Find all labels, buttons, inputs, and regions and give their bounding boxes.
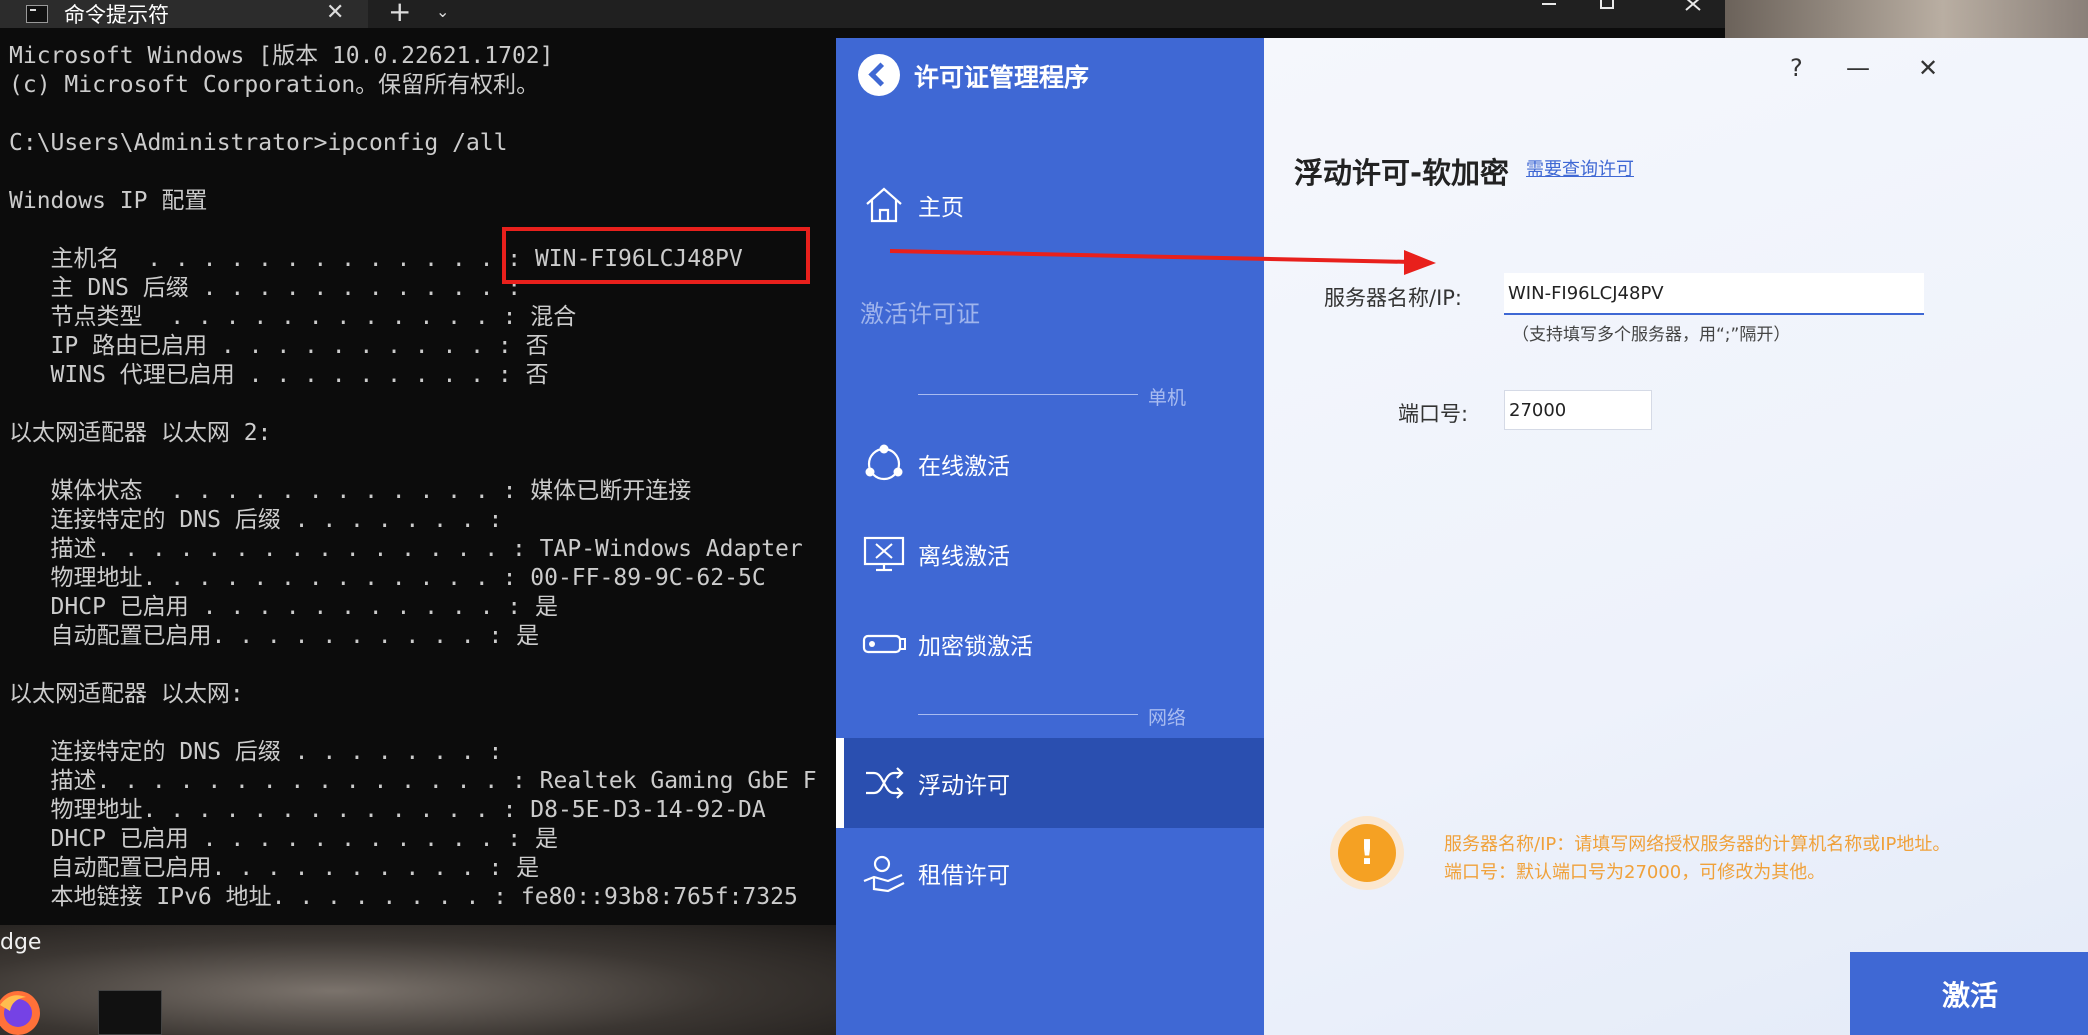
activate-button[interactable]: 激活 (1850, 952, 2088, 1035)
port-input[interactable] (1504, 390, 1652, 430)
firefox-icon[interactable] (0, 975, 46, 1035)
nav-item-home[interactable]: 主页 (836, 160, 1264, 250)
close-icon[interactable] (1684, 0, 1702, 14)
hostname-highlight-box (502, 227, 810, 284)
cmd-line: 连接特定的 DNS 后缀 . . . . . . . : (9, 507, 503, 533)
section-divider (918, 714, 1138, 715)
nav-home-label: 主页 (918, 195, 964, 221)
monitor-icon (862, 532, 906, 576)
query-license-link[interactable]: 需要查询许可 (1526, 155, 1634, 181)
cmd-output[interactable]: Microsoft Windows [版本 10.0.22621.1702] (c… (9, 42, 839, 922)
cmd-line: 物理地址. . . . . . . . . . . . . : 00-FF-89… (9, 565, 766, 591)
maximize-icon[interactable] (1598, 0, 1616, 14)
cmd-line: 自动配置已启用. . . . . . . . . . : 是 (9, 623, 540, 649)
cmd-line (9, 390, 839, 419)
back-logo-icon[interactable] (858, 54, 900, 96)
cmd-line: DHCP 已启用 . . . . . . . . . . . : 是 (9, 826, 558, 852)
warning-icon-symbol: ! (1338, 824, 1396, 882)
nav-item-offline-activation[interactable]: 离线激活 (836, 509, 1264, 599)
cmd-line: 连接特定的 DNS 后缀 . . . . . . . : (9, 739, 503, 765)
page-title: 浮动许可-软加密 (1294, 156, 1510, 190)
warning-text-server: 服务器名称/IP：请填写网络授权服务器的计算机名称或IP地址。 (1444, 834, 1951, 855)
cmd-line: Microsoft Windows [版本 10.0.22621.1702] (9, 43, 554, 69)
main-content: ? — ✕ 浮动许可-软加密 需要查询许可 服务器名称/IP: （支持填写多个服… (1264, 38, 2088, 1035)
nav-activate-license-label: 激活许可证 (860, 300, 980, 328)
hand-icon (862, 851, 906, 895)
help-icon[interactable]: ? (1790, 54, 1803, 82)
sidebar: 许可证管理程序 主页 激活许可证 单机 在线激活 离线激活 加密锁激活 网络 浮… (836, 38, 1264, 1035)
home-icon (862, 183, 906, 227)
cmd-titlebar: 命令提示符 ✕ + ⌄ (0, 0, 1725, 28)
nav-offline-label: 离线激活 (918, 544, 1010, 570)
warning-text-port: 端口号：默认端口号为27000，可修改为其他。 (1444, 862, 1826, 883)
nav-item-floating-license[interactable]: 浮动许可 (836, 738, 1264, 828)
cmd-line (9, 651, 839, 680)
cmd-line: 媒体状态 . . . . . . . . . . . . : 媒体已断开连接 (9, 478, 692, 504)
usb-key-icon (862, 622, 906, 666)
section-standalone-label: 单机 (1148, 387, 1187, 409)
section-network-label: 网络 (1148, 707, 1187, 729)
cmd-tab[interactable]: 命令提示符 ✕ (0, 0, 368, 28)
close-tab-icon[interactable]: ✕ (326, 0, 344, 26)
minimize-icon[interactable] (1540, 0, 1558, 14)
warning-icon: ! (1330, 816, 1404, 890)
cmd-line: (c) Microsoft Corporation。保留所有权利。 (9, 72, 540, 98)
close-icon[interactable]: ✕ (1918, 54, 1938, 82)
cmd-line: 描述. . . . . . . . . . . . . . . : TAP-Wi… (9, 536, 803, 562)
cmd-line (9, 709, 839, 738)
cmd-line: 本地链接 IPv6 地址. . . . . . . . : fe80::93b8… (9, 884, 798, 910)
cmd-line: 节点类型 . . . . . . . . . . . . : 混合 (9, 304, 577, 330)
port-label: 端口号: (1398, 402, 1469, 426)
cmd-line (9, 158, 839, 187)
terminal-icon (26, 5, 48, 23)
cmd-line: 以太网适配器 以太网: (9, 681, 244, 707)
cmd-line: C:\Users\Administrator>ipconfig /all (9, 130, 508, 156)
server-hint: （支持填写多个服务器，用“;”隔开） (1512, 325, 1791, 345)
cmd-taskbar-thumbnail[interactable] (98, 990, 162, 1035)
cmd-line: WINS 代理已启用 . . . . . . . . . : 否 (9, 362, 549, 388)
nav-dongle-label: 加密锁激活 (918, 634, 1033, 660)
edge-shortcut-label[interactable]: dge (0, 930, 41, 955)
section-divider (918, 394, 1138, 395)
nav-online-label: 在线激活 (918, 454, 1010, 480)
app-title: 许可证管理程序 (914, 63, 1090, 92)
nav-item-dongle-activation[interactable]: 加密锁激活 (836, 599, 1264, 689)
cmd-line (9, 448, 839, 477)
cmd-line: 物理地址. . . . . . . . . . . . . : D8-5E-D3… (9, 797, 766, 823)
cmd-line: IP 路由已启用 . . . . . . . . . . : 否 (9, 333, 549, 359)
chevron-down-icon[interactable]: ⌄ (436, 0, 449, 24)
cmd-line: 自动配置已启用. . . . . . . . . . : 是 (9, 855, 540, 881)
cmd-line: 描述. . . . . . . . . . . . . . . : Realte… (9, 768, 817, 794)
nav-item-borrow-license[interactable]: 租借许可 (836, 828, 1264, 918)
cmd-line: 以太网适配器 以太网 2: (9, 420, 272, 446)
server-label: 服务器名称/IP: (1324, 286, 1463, 310)
nav-borrow-label: 租借许可 (918, 863, 1010, 889)
cmd-line: Windows IP 配置 (9, 188, 208, 214)
nav-floating-label: 浮动许可 (918, 773, 1010, 799)
cmd-line (9, 100, 839, 129)
server-name-input[interactable] (1504, 273, 1924, 315)
online-activation-icon (862, 442, 906, 486)
minimize-icon[interactable]: — (1846, 54, 1870, 82)
license-manager-window: 许可证管理程序 主页 激活许可证 单机 在线激活 离线激活 加密锁激活 网络 浮… (836, 38, 2088, 1035)
nav-item-online-activation[interactable]: 在线激活 (836, 419, 1264, 509)
cmd-line: DHCP 已启用 . . . . . . . . . . . : 是 (9, 594, 558, 620)
desktop-wallpaper-top (1725, 0, 2088, 40)
shuffle-icon (862, 761, 906, 805)
new-tab-button[interactable]: + (388, 0, 411, 26)
cmd-tab-title: 命令提示符 (64, 3, 169, 27)
